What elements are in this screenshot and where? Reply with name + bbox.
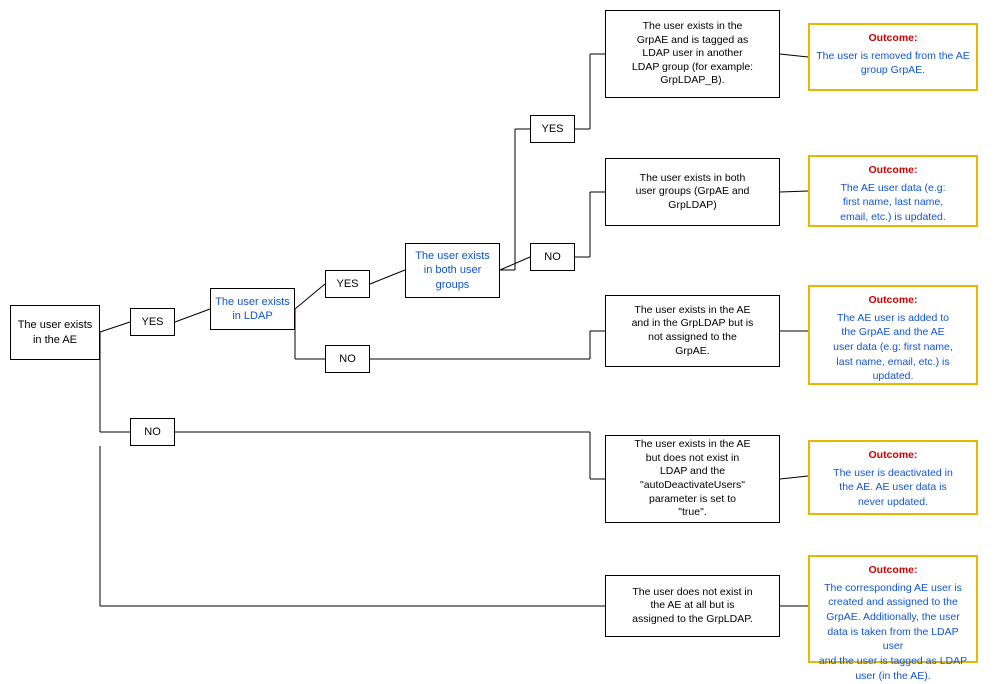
node-no1: NO (130, 418, 175, 446)
flowchart-diagram: The user exists in the AE YES NO The use… (0, 0, 995, 673)
node-cond4: The user exists in the AE but does not e… (605, 435, 780, 523)
outcome-1: Outcome: The user is removed from the AE… (808, 23, 978, 91)
outcome-2: Outcome: The AE user data (e.g: first na… (808, 155, 978, 227)
node-cond1: The user exists in the GrpAE and is tagg… (605, 10, 780, 98)
node-no2: NO (325, 345, 370, 373)
node-no3: NO (530, 243, 575, 271)
node-yes1: YES (130, 308, 175, 336)
node-cond5: The user does not exist in the AE at all… (605, 575, 780, 637)
node-root: The user exists in the AE (10, 305, 100, 360)
outcome-3: Outcome: The AE user is added to the Grp… (808, 285, 978, 385)
outcome-4: Outcome: The user is deactivated in the … (808, 440, 978, 515)
node-cond3: The user exists in the AE and in the Grp… (605, 295, 780, 367)
node-yes3: YES (530, 115, 575, 143)
node-ldap: The user exists in LDAP (210, 288, 295, 330)
node-yes2: YES (325, 270, 370, 298)
node-cond2: The user exists in both user groups (Grp… (605, 158, 780, 226)
outcome-5: Outcome: The corresponding AE user is cr… (808, 555, 978, 663)
node-bothgroups: The user exists in both user groups (405, 243, 500, 298)
